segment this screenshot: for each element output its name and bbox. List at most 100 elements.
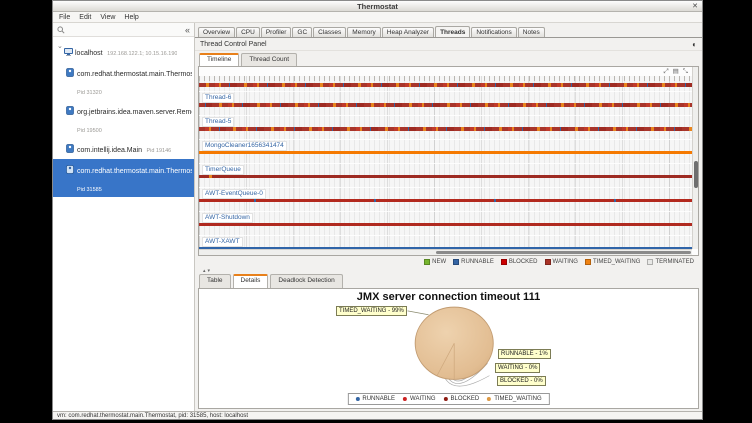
- subtab-details[interactable]: Details: [233, 274, 269, 288]
- menu-bar: File Edit View Help: [53, 12, 702, 23]
- thread-state-bar: [199, 175, 692, 178]
- tab-memory[interactable]: Memory: [347, 27, 380, 37]
- legend-dot: [444, 397, 448, 401]
- menu-help[interactable]: Help: [124, 14, 138, 21]
- pie-legend: RUNNABLE WAITING BLOCKED TIMED_WAITING: [347, 393, 549, 405]
- thread-state-bar: [199, 151, 692, 154]
- legend-item: NEW: [424, 259, 446, 265]
- list-icon[interactable]: ▤: [673, 68, 679, 76]
- tree-expand-icon[interactable]: ⌄: [57, 42, 64, 51]
- menu-view[interactable]: View: [100, 14, 115, 21]
- vm-icon: [66, 140, 77, 158]
- thread-name-label[interactable]: Thread-5: [202, 117, 234, 127]
- pie-legend-item: TIMED_WAITING: [487, 396, 541, 402]
- sidebar-search-row: «: [53, 23, 194, 37]
- subtab-deadlock-detection[interactable]: Deadlock Detection: [270, 274, 342, 288]
- thread-row: [199, 83, 692, 92]
- host-name: localhost: [75, 50, 103, 57]
- vm-icon: [66, 102, 77, 120]
- horizontal-scrollbar-thumb[interactable]: [436, 251, 691, 254]
- thread-row: AWT-Shutdown: [199, 212, 692, 236]
- thread-name-label[interactable]: AWT-EventQueue-0: [202, 189, 266, 199]
- timeline-rows: Thread-6 Thread-5 MongoCleaner1656341474…: [199, 76, 692, 249]
- close-icon[interactable]: ✕: [692, 2, 698, 10]
- thread-name-label[interactable]: Thread-6: [202, 93, 234, 103]
- tab-notes[interactable]: Notes: [518, 27, 545, 37]
- status-bar: vm: com.redhat.thermostat.main.Thermosta…: [53, 411, 702, 419]
- horizontal-scrollbar[interactable]: [199, 249, 692, 255]
- thread-row: TimerQueue: [199, 164, 692, 188]
- vm-pid: Pid 19146: [146, 148, 171, 154]
- callout-runnable: RUNNABLE - 1%: [498, 349, 551, 359]
- tab-threads[interactable]: Threads: [435, 26, 470, 37]
- search-input[interactable]: [65, 25, 185, 35]
- tree-item-vm[interactable]: com.redhat.thermostat.main.Thermostat Pi…: [53, 62, 194, 100]
- tab-gc[interactable]: GC: [292, 27, 312, 37]
- splitter-down-icon[interactable]: ▾: [208, 269, 211, 274]
- legend-dot: [487, 397, 491, 401]
- subtab-timeline[interactable]: Timeline: [199, 53, 239, 66]
- search-icon: [57, 21, 65, 39]
- tree-item-localhost[interactable]: ⌄ localhost 192.168.122.1; 10.15.16.190: [53, 41, 194, 62]
- vm-icon: [66, 161, 77, 179]
- tree-item-vm[interactable]: com.intellij.idea.Main Pid 19146: [53, 138, 194, 159]
- vertical-scrollbar-thumb[interactable]: [694, 161, 698, 188]
- thread-name-label[interactable]: AWT-XAWT: [202, 237, 243, 247]
- tab-classes[interactable]: Classes: [313, 27, 346, 37]
- thread-name-label[interactable]: TimerQueue: [202, 165, 244, 175]
- tab-profiler[interactable]: Profiler: [261, 27, 292, 37]
- thread-row: AWT-XAWT: [199, 236, 692, 249]
- host-vm-tree: ⌄ localhost 192.168.122.1; 10.15.16.190 …: [53, 37, 194, 411]
- legend-swatch: [501, 259, 507, 265]
- tree-item-vm[interactable]: org.jetbrains.idea.maven.server.RemoteMa…: [53, 100, 194, 138]
- pie-legend-item: BLOCKED: [444, 396, 480, 402]
- splitter-up-icon[interactable]: ▴: [203, 269, 206, 274]
- legend-swatch: [424, 259, 430, 265]
- thread-view-subtabs: Timeline Thread Count: [195, 51, 702, 66]
- vm-name: org.jetbrains.idea.maven.server.RemoteMa…: [77, 109, 192, 116]
- vm-pid: Pid 31585: [77, 187, 102, 193]
- zoom-out-icon[interactable]: ⤡: [683, 68, 688, 76]
- host-monitor-icon: [64, 43, 75, 61]
- contrast-toggle-icon[interactable]: ◐: [692, 40, 697, 49]
- thread-state-bar: [199, 127, 692, 131]
- window-title: Thermostat: [357, 2, 398, 11]
- main-panel: Overview CPU Profiler GC Classes Memory …: [195, 23, 702, 411]
- thread-name-label[interactable]: MongoCleaner1656341474: [202, 141, 287, 151]
- thread-row: Thread-6: [199, 92, 692, 116]
- callout-blocked: BLOCKED - 0%: [497, 376, 546, 386]
- tab-heap-analyzer[interactable]: Heap Analyzer: [382, 27, 434, 37]
- thread-state-bar: [199, 199, 692, 202]
- subtab-table[interactable]: Table: [199, 274, 231, 288]
- zoom-in-icon[interactable]: ⤢: [663, 68, 668, 76]
- vertical-scrollbar[interactable]: [692, 67, 698, 249]
- subtab-thread-count[interactable]: Thread Count: [241, 53, 297, 66]
- menu-edit[interactable]: Edit: [79, 14, 91, 21]
- legend-item: WAITING: [545, 259, 578, 265]
- legend-swatch: [585, 259, 591, 265]
- legend-item: TERMINATED: [647, 259, 694, 265]
- legend-dot: [355, 397, 359, 401]
- thread-name-label[interactable]: AWT-Shutdown: [202, 213, 253, 223]
- host-address: 192.168.122.1; 10.15.16.190: [107, 51, 177, 57]
- tab-overview[interactable]: Overview: [198, 27, 235, 37]
- vm-icon: [66, 64, 77, 82]
- thread-details-chart: JMX server connection timeout 111: [198, 288, 699, 409]
- legend-dot: [403, 397, 407, 401]
- vm-name: com.redhat.thermostat.main.Thermostat: [77, 71, 192, 78]
- pie-chart: [199, 289, 698, 408]
- thread-row: MongoCleaner1656341474: [199, 140, 692, 164]
- tab-notifications[interactable]: Notifications: [471, 27, 516, 37]
- letterbox-background: Thermostat ✕ File Edit View Help « ⌄: [0, 0, 752, 423]
- vm-name: com.redhat.thermostat.main.Thermostat: [77, 168, 192, 175]
- menu-file[interactable]: File: [59, 14, 70, 21]
- thread-row: AWT-EventQueue-0: [199, 188, 692, 212]
- thread-state-bar: [199, 223, 692, 226]
- title-bar: Thermostat ✕: [53, 1, 702, 12]
- tree-item-vm-selected[interactable]: com.redhat.thermostat.main.Thermostat Pi…: [53, 159, 194, 197]
- sidebar-collapse-icon[interactable]: «: [185, 26, 190, 34]
- thread-state-legend: NEW RUNNABLE BLOCKED WAITING TIMED_WAITI…: [195, 256, 702, 268]
- details-subtabs: Table Details Deadlock Detection: [195, 274, 702, 288]
- tab-cpu[interactable]: CPU: [236, 27, 260, 37]
- callout-timed-waiting: TIMED_WAITING - 99%: [336, 306, 407, 316]
